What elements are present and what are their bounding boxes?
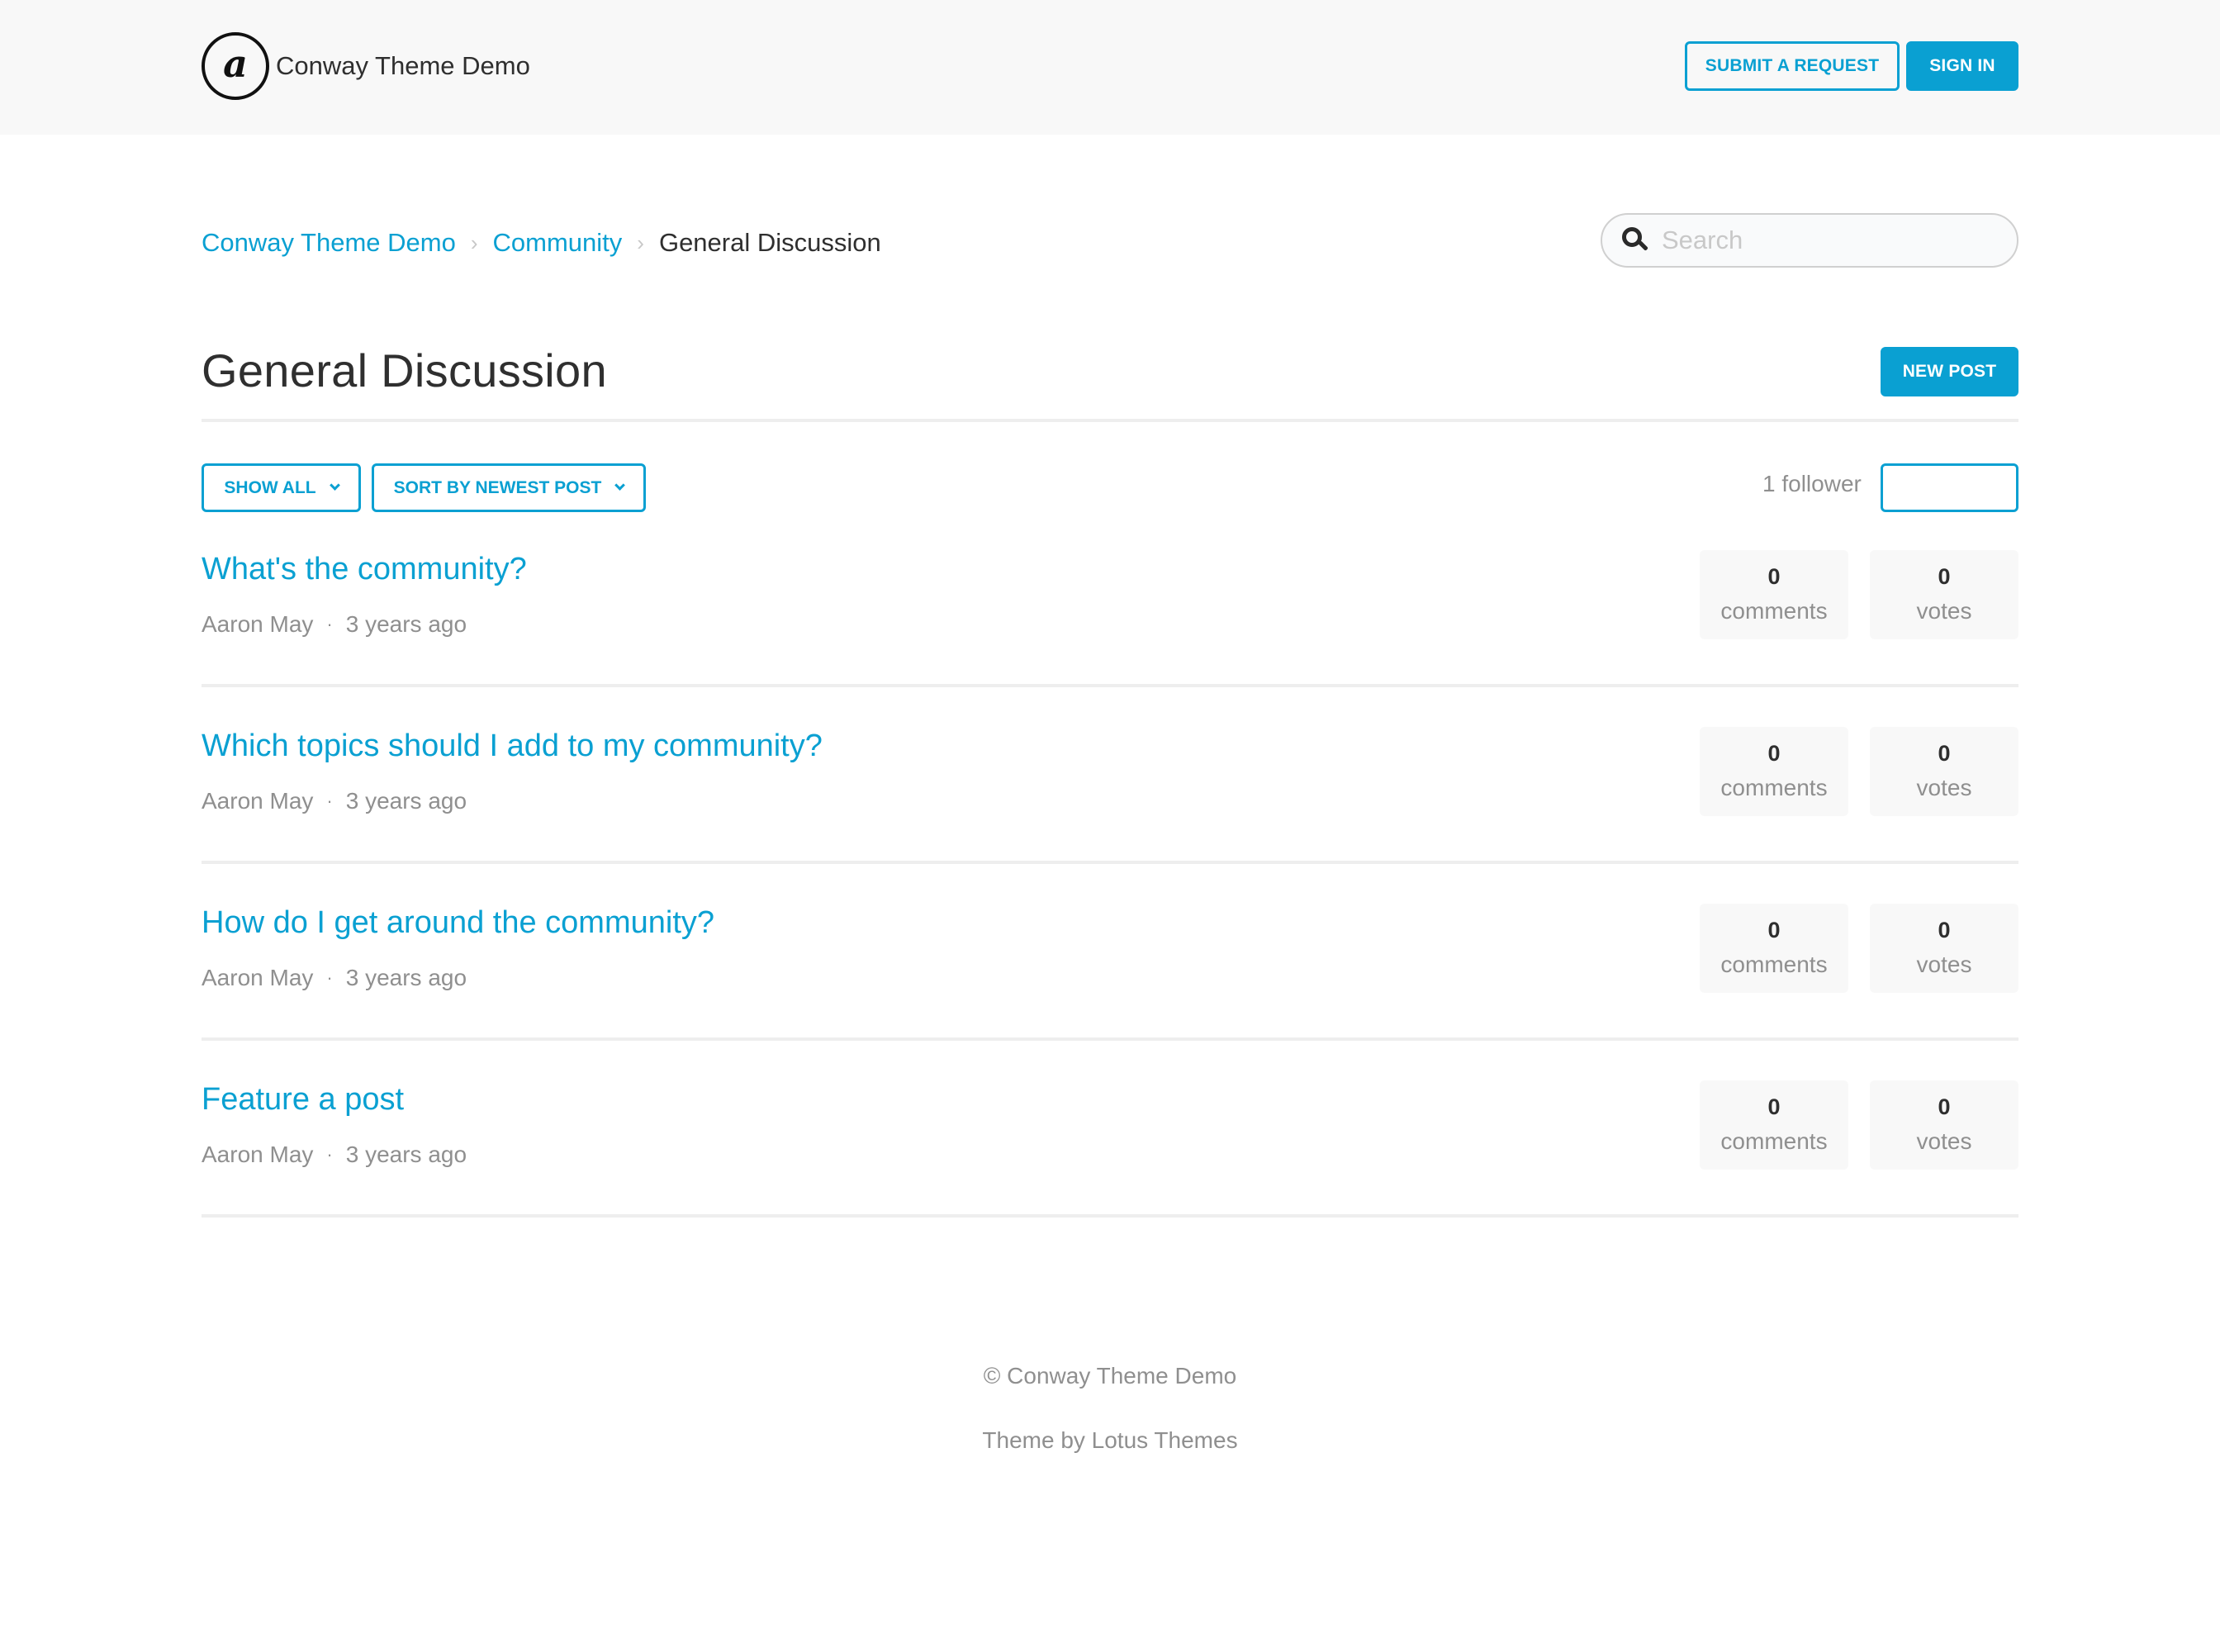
breadcrumb-separator-icon: › (637, 230, 644, 255)
post-meta: Aaron May · 3 years ago (202, 611, 467, 638)
comments-count: 0 (1767, 741, 1781, 766)
post-divider (202, 1214, 2018, 1218)
chevron-down-icon (329, 480, 340, 491)
post-meta: Aaron May · 3 years ago (202, 788, 467, 814)
title-divider (202, 419, 2018, 422)
search-box (1601, 213, 2018, 268)
comments-count-box: 0 comments (1700, 904, 1848, 993)
meta-separator: · (326, 967, 333, 988)
votes-label: votes (1916, 1128, 1972, 1154)
meta-separator: · (326, 614, 333, 634)
comments-count: 0 (1767, 1094, 1781, 1119)
comments-count-box: 0 comments (1700, 550, 1848, 639)
post-item: How do I get around the community? Aaron… (202, 904, 2018, 1082)
search-icon (1620, 225, 1650, 255)
votes-count: 0 (1938, 741, 1951, 766)
footer-credit-link[interactable]: Theme by Lotus Themes (0, 1427, 2220, 1454)
comments-count-box: 0 comments (1700, 1080, 1848, 1170)
meta-separator: · (326, 1144, 333, 1165)
votes-count-box: 0 votes (1870, 904, 2018, 993)
votes-count-box: 0 votes (1870, 1080, 2018, 1170)
post-time: 3 years ago (345, 965, 467, 990)
votes-label: votes (1916, 775, 1972, 800)
votes-count: 0 (1938, 1094, 1951, 1119)
meta-separator: · (326, 790, 333, 811)
post-divider (202, 1037, 2018, 1041)
post-item: What's the community? Aaron May · 3 year… (202, 550, 2018, 729)
page-title: General Discussion (202, 344, 607, 396)
votes-count-box: 0 votes (1870, 727, 2018, 816)
post-title-link[interactable]: Which topics should I add to my communit… (202, 729, 823, 764)
sort-dropdown[interactable]: SORT BY NEWEST POST (372, 463, 646, 512)
sort-label: SORT BY NEWEST POST (393, 477, 602, 497)
new-post-button[interactable]: NEW POST (1881, 347, 2018, 396)
follower-count: 1 follower (1762, 471, 1862, 496)
post-meta: Aaron May · 3 years ago (202, 1142, 467, 1168)
breadcrumb-home[interactable]: Conway Theme Demo (202, 228, 456, 258)
votes-count: 0 (1938, 918, 1951, 942)
votes-count-box: 0 votes (1870, 550, 2018, 639)
post-meta: Aaron May · 3 years ago (202, 965, 467, 991)
breadcrumb: Conway Theme Demo › Community › General … (202, 228, 881, 258)
comments-count: 0 (1767, 918, 1781, 942)
post-title-link[interactable]: What's the community? (202, 552, 527, 587)
comments-label: comments (1720, 1128, 1828, 1154)
footer-copyright: © Conway Theme Demo (983, 1363, 1237, 1389)
show-all-dropdown[interactable]: SHOW ALL (202, 463, 361, 512)
post-divider (202, 861, 2018, 864)
chevron-down-icon (614, 480, 626, 491)
search-input[interactable] (1662, 225, 2009, 255)
post-author: Aaron May (202, 965, 314, 990)
votes-count: 0 (1938, 564, 1951, 589)
comments-count-box: 0 comments (1700, 727, 1848, 816)
votes-label: votes (1916, 952, 1972, 977)
post-author: Aaron May (202, 611, 314, 637)
comments-label: comments (1720, 775, 1828, 800)
comments-label: comments (1720, 952, 1828, 977)
post-item: Feature a post Aaron May · 3 years ago 0… (202, 1080, 2018, 1259)
site-header: a Conway Theme Demo SUBMIT A REQUEST SIG… (0, 0, 2220, 135)
post-item: Which topics should I add to my communit… (202, 727, 2018, 905)
post-author: Aaron May (202, 1142, 314, 1167)
post-divider (202, 684, 2018, 687)
submit-request-button[interactable]: SUBMIT A REQUEST (1685, 41, 1900, 91)
logo-at-icon: a (202, 32, 269, 100)
post-time: 3 years ago (345, 1142, 467, 1167)
comments-label: comments (1720, 598, 1828, 624)
brand-name: Conway Theme Demo (276, 51, 530, 80)
home-logo-link[interactable]: a Conway Theme Demo (202, 32, 530, 100)
post-title-link[interactable]: Feature a post (202, 1082, 404, 1118)
post-author: Aaron May (202, 788, 314, 814)
follow-button[interactable] (1881, 463, 2018, 512)
post-title-link[interactable]: How do I get around the community? (202, 905, 714, 941)
sign-in-button[interactable]: SIGN IN (1906, 41, 2018, 91)
post-time: 3 years ago (345, 788, 467, 814)
votes-label: votes (1916, 598, 1972, 624)
breadcrumb-current: General Discussion (658, 228, 881, 257)
breadcrumb-separator-icon: › (470, 230, 478, 255)
show-all-label: SHOW ALL (224, 477, 316, 497)
breadcrumb-community[interactable]: Community (493, 228, 623, 258)
post-time: 3 years ago (345, 611, 467, 637)
comments-count: 0 (1767, 564, 1781, 589)
